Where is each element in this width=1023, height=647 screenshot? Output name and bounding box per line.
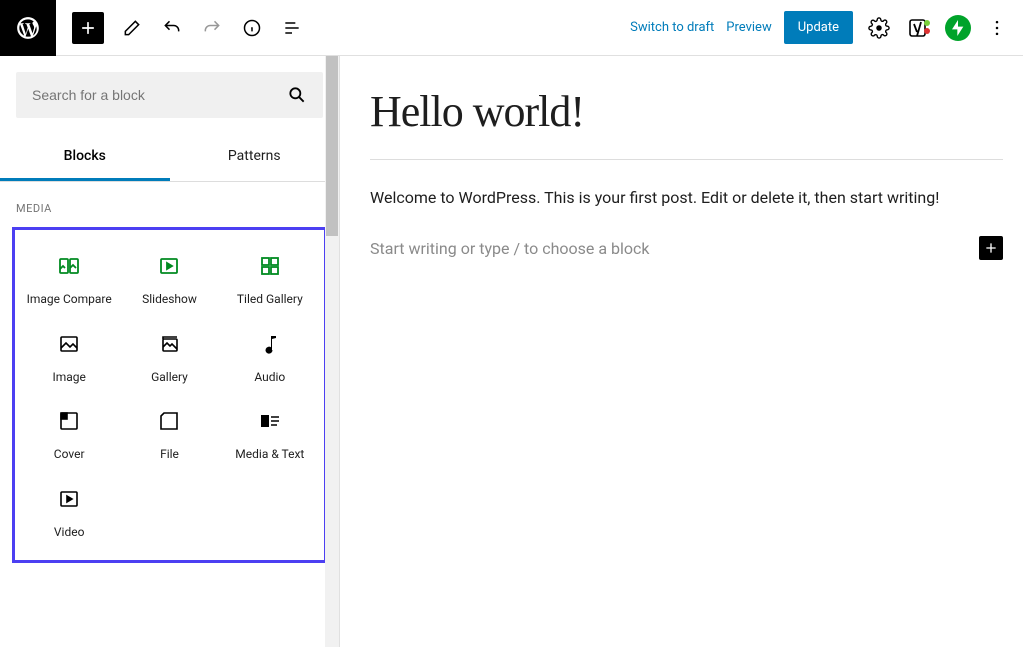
block-tiled-gallery[interactable]: Tiled Gallery <box>220 240 320 318</box>
redo-button[interactable] <box>194 10 230 46</box>
yoast-button[interactable] <box>905 14 933 42</box>
video-icon <box>57 487 81 511</box>
settings-button[interactable] <box>865 14 893 42</box>
block-label: Video <box>54 525 85 541</box>
block-label: File <box>160 447 179 463</box>
new-block-row[interactable]: Start writing or type / to choose a bloc… <box>370 236 1003 260</box>
inserter-tabs: Blocks Patterns <box>0 134 339 182</box>
gear-icon <box>868 17 890 39</box>
post-title[interactable]: Hello world! <box>370 86 1003 137</box>
wordpress-logo[interactable] <box>0 0 56 56</box>
search-icon <box>287 85 307 105</box>
block-cover[interactable]: Cover <box>19 395 119 473</box>
redo-icon <box>202 18 222 38</box>
block-gallery[interactable]: Gallery <box>119 318 219 396</box>
block-inserter-panel: Blocks Patterns Media Image Compare Slid… <box>0 56 340 647</box>
post-body-paragraph[interactable]: Welcome to WordPress. This is your first… <box>370 186 1003 210</box>
block-image[interactable]: Image <box>19 318 119 396</box>
block-placeholder: Start writing or type / to choose a bloc… <box>370 239 650 258</box>
yoast-icon <box>907 16 931 40</box>
image-compare-icon <box>57 254 81 278</box>
image-icon <box>57 332 81 356</box>
block-label: Cover <box>54 447 85 463</box>
block-label: Image Compare <box>27 292 112 308</box>
title-separator <box>370 159 1003 160</box>
list-view-icon <box>282 18 302 38</box>
audio-icon <box>258 332 282 356</box>
media-text-icon <box>258 409 282 433</box>
info-icon <box>242 18 262 38</box>
details-button[interactable] <box>234 10 270 46</box>
block-image-compare[interactable]: Image Compare <box>19 240 119 318</box>
block-video[interactable]: Video <box>19 473 119 551</box>
add-block-button[interactable] <box>72 12 104 44</box>
tab-patterns[interactable]: Patterns <box>170 134 340 181</box>
inserter-scrollbar[interactable] <box>325 56 339 647</box>
plus-icon <box>78 18 98 38</box>
block-audio[interactable]: Audio <box>220 318 320 396</box>
tab-blocks[interactable]: Blocks <box>0 134 170 181</box>
undo-button[interactable] <box>154 10 190 46</box>
edit-icon <box>122 18 142 38</box>
block-label: Gallery <box>151 370 188 386</box>
block-slideshow[interactable]: Slideshow <box>119 240 219 318</box>
toolbar-right: Switch to draft Preview Update <box>630 11 1023 44</box>
block-search[interactable] <box>16 72 323 118</box>
wordpress-icon <box>15 15 41 41</box>
block-media-text[interactable]: Media & Text <box>220 395 320 473</box>
main-area: Blocks Patterns Media Image Compare Slid… <box>0 56 1023 647</box>
dots-vertical-icon <box>987 18 1007 38</box>
block-label: Audio <box>254 370 285 386</box>
block-label: Tiled Gallery <box>237 292 303 308</box>
block-label: Media & Text <box>235 447 304 463</box>
preview-link[interactable]: Preview <box>726 20 771 35</box>
top-toolbar: Switch to draft Preview Update <box>0 0 1023 56</box>
block-label: Slideshow <box>142 292 197 308</box>
search-input[interactable] <box>32 87 287 103</box>
block-label: Image <box>52 370 85 386</box>
block-file[interactable]: File <box>119 395 219 473</box>
tiled-gallery-icon <box>258 254 282 278</box>
jetpack-icon <box>950 20 966 36</box>
edit-tool-button[interactable] <box>114 10 150 46</box>
gallery-icon <box>157 332 181 356</box>
file-icon <box>157 409 181 433</box>
editor-canvas: Hello world! Welcome to WordPress. This … <box>340 56 1023 647</box>
jetpack-button[interactable] <box>945 15 971 41</box>
scrollbar-thumb[interactable] <box>326 56 338 236</box>
media-blocks-grid: Image Compare Slideshow Tiled Gallery Im… <box>12 227 327 563</box>
more-options-button[interactable] <box>983 14 1011 42</box>
undo-icon <box>162 18 182 38</box>
update-button[interactable]: Update <box>784 11 853 44</box>
slideshow-icon <box>157 254 181 278</box>
plus-icon <box>983 240 999 256</box>
section-title-media: Media <box>0 182 339 227</box>
cover-icon <box>57 409 81 433</box>
outline-button[interactable] <box>274 10 310 46</box>
toolbar-left <box>0 0 312 55</box>
add-block-inline-button[interactable] <box>979 236 1003 260</box>
switch-to-draft-link[interactable]: Switch to draft <box>630 20 714 35</box>
